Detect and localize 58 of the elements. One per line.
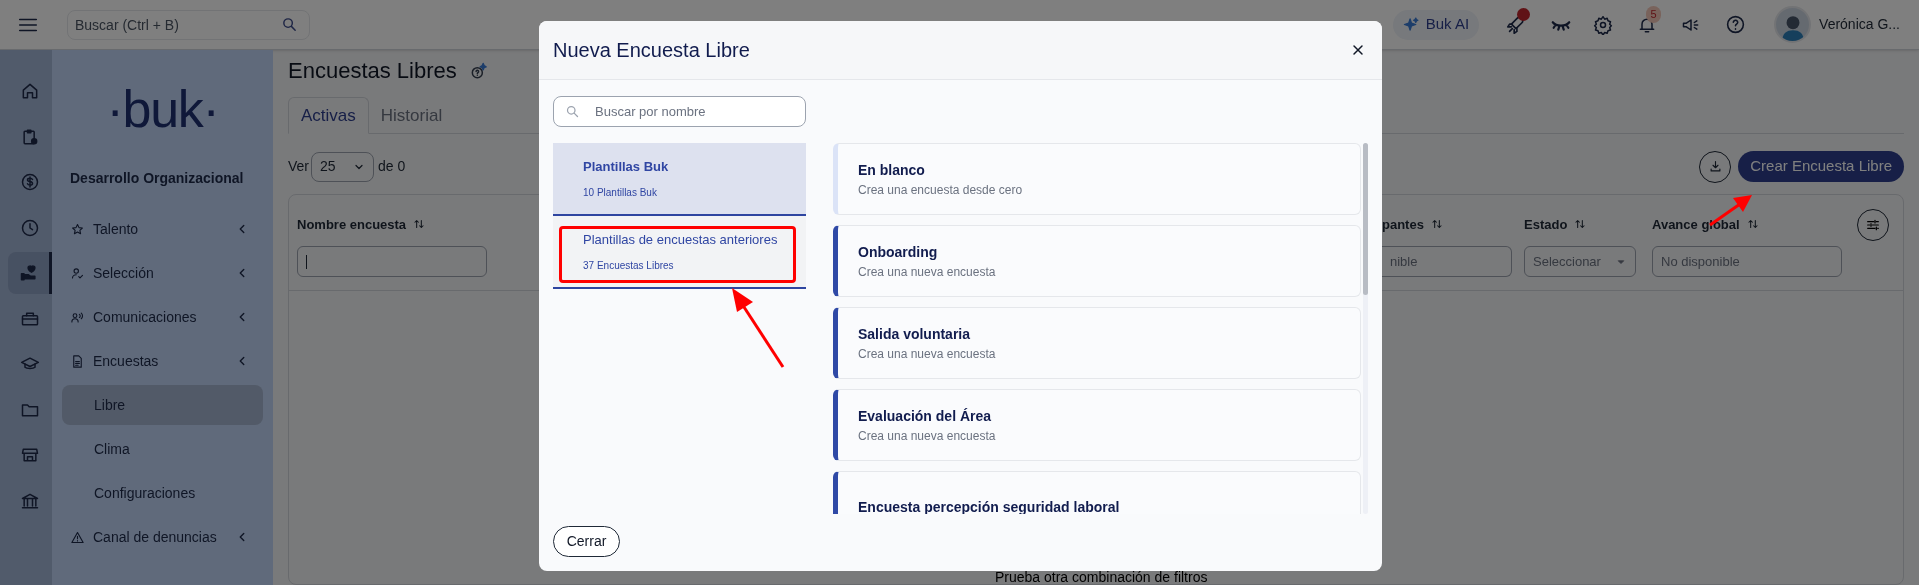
download-icon <box>1707 159 1723 174</box>
page-title: Encuestas Libres <box>288 57 457 86</box>
column-header[interactable]: Nombre encuesta <box>297 214 487 234</box>
column-header[interactable]: pantes <box>1382 214 1512 234</box>
sidebar-item[interactable]: Selección <box>60 251 265 295</box>
help-icon <box>1725 14 1747 35</box>
template-card[interactable]: En blanco Crea una encuesta desde cero <box>833 143 1361 215</box>
text-cursor <box>306 254 307 269</box>
notification-count: 5 <box>1646 5 1662 23</box>
close-icon <box>1350 42 1366 58</box>
template-card[interactable]: Onboarding Crea una nueva encuesta <box>833 225 1361 297</box>
tab[interactable]: Activas <box>288 97 369 134</box>
logo: ·buk· <box>106 83 219 135</box>
filter-select[interactable]: Seleccionar <box>1524 246 1636 277</box>
template-card[interactable]: Salida voluntaria Crea una nueva encuesta <box>833 307 1361 379</box>
filter-field[interactable] <box>297 246 487 277</box>
template-card[interactable]: Encuesta percepción seguridad laboral <box>833 471 1361 514</box>
page-size-label: Ver <box>288 157 309 176</box>
search-icon <box>281 15 298 33</box>
sidebar-subitem[interactable]: Libre <box>62 385 263 425</box>
sidebar-item[interactable]: Encuestas <box>60 339 265 383</box>
page-size-select[interactable]: 25 <box>311 151 374 182</box>
store-icon <box>20 445 40 465</box>
template-card[interactable]: Evaluación del Área Crea una nueva encuesta <box>833 389 1361 461</box>
section-title: Desarrollo Organizacional <box>70 169 245 188</box>
clock-icon <box>20 217 40 238</box>
search-icon <box>565 104 580 119</box>
sidebar-item[interactable]: Canal de denuncias <box>60 515 265 559</box>
filter-field[interactable]: No disponible <box>1652 246 1842 277</box>
column-header[interactable]: Estado <box>1524 214 1636 234</box>
document-icon <box>70 353 85 369</box>
warning-icon <box>70 529 85 545</box>
column-header[interactable]: Avance global <box>1652 214 1842 234</box>
dollar-icon <box>20 172 40 192</box>
sidebar-item[interactable]: Comunicaciones <box>60 295 265 339</box>
category-item[interactable]: Plantillas Buk 10 Plantillas Buk <box>553 143 806 216</box>
rail-nav-item[interactable] <box>8 252 52 294</box>
tab[interactable]: Historial <box>368 97 455 134</box>
sparkle-icon <box>1402 16 1420 33</box>
settings-icon <box>1593 14 1614 35</box>
ai-button[interactable]: Buk AI <box>1392 9 1480 40</box>
page-count: de 0 <box>378 157 406 176</box>
avatar[interactable] <box>1774 6 1812 43</box>
scrollbar[interactable] <box>1363 143 1368 514</box>
filter-field[interactable]: nible <box>1382 246 1512 277</box>
home-icon <box>20 81 40 101</box>
sidebar-item[interactable]: Talento <box>60 207 265 251</box>
search-field[interactable]: Buscar por nombre <box>553 96 806 127</box>
sidebar-subitem[interactable]: Clima <box>62 429 263 469</box>
hand-heart-icon <box>18 263 39 283</box>
user-name[interactable]: Verónica G... <box>1819 14 1900 35</box>
empty-message: Prueba otra combinación de filtros <box>995 570 1208 585</box>
modal-title: Nueva Encuesta Libre <box>553 38 750 63</box>
create-survey-button[interactable]: Crear Encuesta Libre <box>1738 151 1904 182</box>
cancel-button[interactable]: Cerrar <box>553 526 620 557</box>
star-icon <box>70 221 85 237</box>
person-check-icon <box>70 265 85 281</box>
sidebar-subitem[interactable]: Configuraciones <box>62 473 263 513</box>
